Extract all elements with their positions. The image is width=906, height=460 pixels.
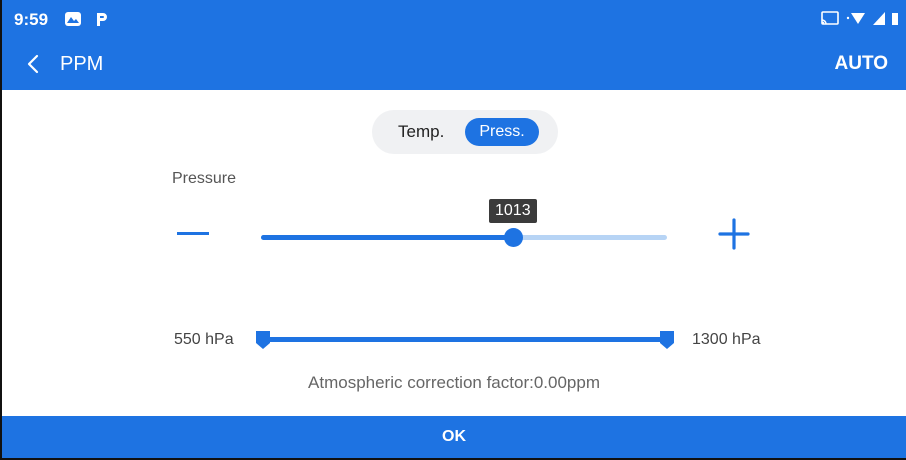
range-max-handle[interactable] bbox=[658, 329, 676, 351]
photos-icon bbox=[64, 11, 82, 27]
ok-button[interactable]: OK bbox=[2, 416, 906, 458]
increment-button[interactable] bbox=[716, 218, 752, 250]
cast-icon bbox=[820, 10, 840, 31]
wifi-icon bbox=[846, 10, 866, 31]
decrement-button[interactable] bbox=[177, 230, 211, 238]
pressure-label: Pressure bbox=[172, 170, 237, 187]
auto-button[interactable]: AUTO bbox=[835, 53, 888, 75]
battery-icon bbox=[892, 10, 898, 31]
mode-toggle: Temp. Press. bbox=[372, 110, 558, 154]
pressure-slider[interactable] bbox=[261, 224, 667, 252]
app-bar: PPM AUTO bbox=[2, 40, 906, 90]
tab-press[interactable]: Press. bbox=[465, 118, 539, 146]
page-title: PPM bbox=[60, 53, 104, 75]
range-max-label: 1300 hPa bbox=[692, 331, 761, 348]
tab-temp[interactable]: Temp. bbox=[398, 122, 444, 142]
system-icons bbox=[820, 10, 898, 31]
back-button[interactable] bbox=[22, 52, 46, 76]
slider-fill bbox=[261, 235, 513, 240]
minus-icon bbox=[177, 232, 209, 235]
value-tooltip: 1013 bbox=[489, 199, 537, 223]
range-min-label: 550 hPa bbox=[174, 331, 234, 348]
range-min-handle[interactable] bbox=[254, 329, 272, 351]
plus-icon bbox=[718, 218, 750, 250]
slider-thumb[interactable] bbox=[504, 228, 523, 247]
p-app-icon bbox=[94, 11, 112, 27]
correction-factor-text: Atmospheric correction factor:0.00ppm bbox=[308, 373, 600, 392]
chevron-left-icon bbox=[27, 54, 39, 74]
app-screen: 9:59 PPM AUTO Temp. Press. Pressure 1013… bbox=[0, 0, 906, 460]
range-track bbox=[264, 337, 666, 342]
status-bar: 9:59 bbox=[2, 0, 906, 40]
status-time: 9:59 bbox=[14, 10, 49, 29]
range-slider bbox=[254, 327, 676, 353]
signal-icon bbox=[872, 10, 886, 31]
